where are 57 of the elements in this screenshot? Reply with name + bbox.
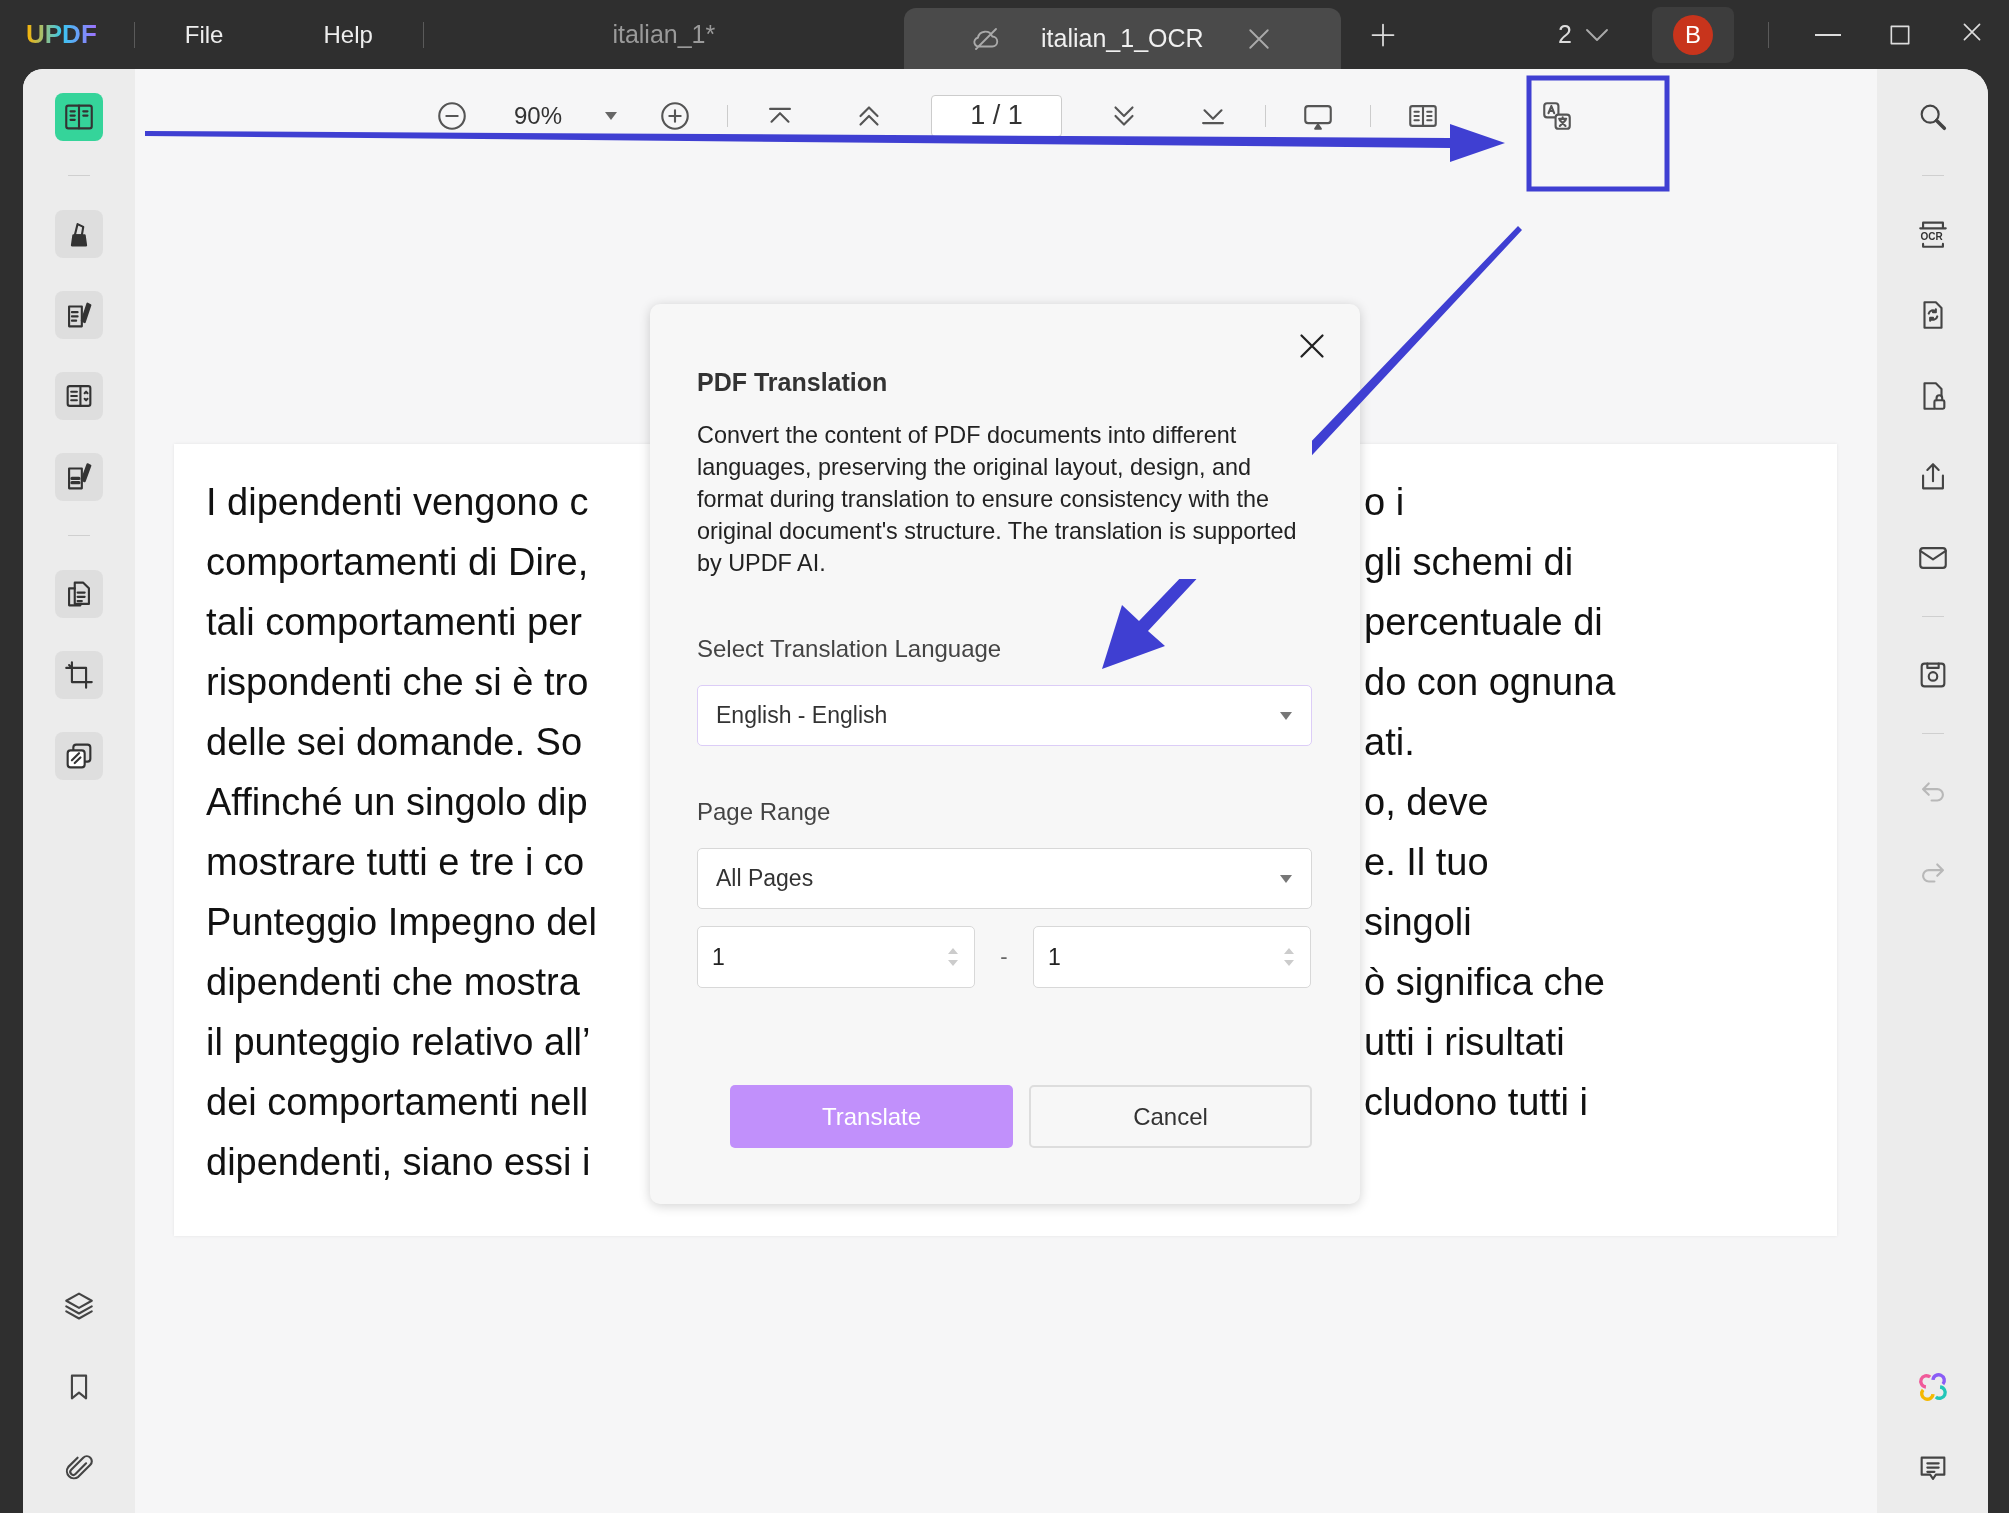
document-text: percentuale di bbox=[1364, 600, 1603, 644]
document-text: e. Il tuo bbox=[1364, 840, 1489, 884]
document-tab[interactable]: italian_1* bbox=[423, 0, 904, 69]
tab-label: italian_1* bbox=[612, 20, 716, 49]
dropdown-caret-icon bbox=[1279, 710, 1293, 721]
field-label: Select Translation Language bbox=[697, 635, 1003, 663]
crop-tool[interactable] bbox=[55, 651, 103, 699]
page-range-dropdown[interactable]: All Pages bbox=[697, 848, 1312, 909]
highlighter-tool[interactable] bbox=[55, 210, 103, 258]
window-count[interactable]: 2 bbox=[1558, 20, 1572, 49]
open-book-tool[interactable] bbox=[55, 93, 103, 141]
document-text: o i bbox=[1364, 480, 1405, 524]
document-text: dei comportamenti nell bbox=[206, 1080, 589, 1124]
document-text: I dipendenti vengono c bbox=[206, 480, 589, 524]
to-page-field[interactable]: 1 bbox=[1033, 926, 1311, 988]
dropdown-caret-icon[interactable] bbox=[604, 110, 618, 121]
from-page-field[interactable]: 1 bbox=[697, 926, 975, 988]
menu-item[interactable]: File bbox=[134, 20, 274, 49]
document-text: il punteggio relativo all’ bbox=[206, 1020, 591, 1064]
range-separator: - bbox=[999, 944, 1009, 970]
document-text: utti i risultati bbox=[1364, 1020, 1565, 1064]
document-text: dipendenti, siano essi i bbox=[206, 1140, 591, 1184]
field-label: Page Range bbox=[697, 798, 832, 826]
document-tab[interactable]: italian_1_OCR bbox=[903, 8, 1341, 69]
zoom-level[interactable]: 90% bbox=[514, 101, 594, 130]
document-text: ati. bbox=[1364, 720, 1415, 764]
document-text: Punteggio Impegno del bbox=[206, 900, 597, 944]
document-text: cludono tutti i bbox=[1364, 1080, 1588, 1124]
pages-tool[interactable] bbox=[55, 570, 103, 618]
language-dropdown[interactable]: English - English bbox=[697, 685, 1312, 746]
ocr-label: OCR bbox=[1920, 232, 1943, 242]
document-text: do con ognuna bbox=[1364, 660, 1616, 704]
cancel-button[interactable]: Cancel bbox=[1029, 1085, 1312, 1148]
layered-pages-tool[interactable] bbox=[55, 732, 103, 780]
document-text: dipendenti che mostra bbox=[206, 960, 580, 1004]
ocr-button[interactable]: OCR bbox=[1908, 210, 1957, 258]
document-text: delle sei domande. So bbox=[206, 720, 583, 764]
pen-document-tool[interactable] bbox=[55, 291, 103, 339]
page-number-field[interactable]: 1 / 1 bbox=[931, 94, 1062, 137]
user-avatar[interactable]: B bbox=[1673, 14, 1713, 55]
dialog-title: PDF Translation bbox=[697, 368, 889, 397]
document-text: comportamenti di Dire, bbox=[206, 540, 589, 584]
form-tool[interactable] bbox=[55, 372, 103, 420]
crop-icon bbox=[62, 658, 96, 692]
document-text: tali comportamenti per bbox=[206, 600, 582, 644]
document-text: Affinché un singolo dip bbox=[206, 780, 588, 824]
document-text: mostrare tutti e tre i co bbox=[206, 840, 584, 884]
tab-label: italian_1_OCR bbox=[1041, 24, 1204, 53]
document-text: gli schemi di bbox=[1364, 540, 1574, 584]
document-text: singoli bbox=[1364, 900, 1472, 944]
document-text: rispondenti che si è tro bbox=[206, 660, 589, 704]
dropdown-caret-icon bbox=[1279, 873, 1293, 884]
document-text: o, deve bbox=[1364, 780, 1489, 824]
document-text: ò significa che bbox=[1364, 960, 1605, 1004]
minimize-icon[interactable] bbox=[1815, 33, 1841, 36]
signature-tool[interactable] bbox=[55, 453, 103, 501]
menu-item[interactable]: Help bbox=[273, 20, 423, 49]
